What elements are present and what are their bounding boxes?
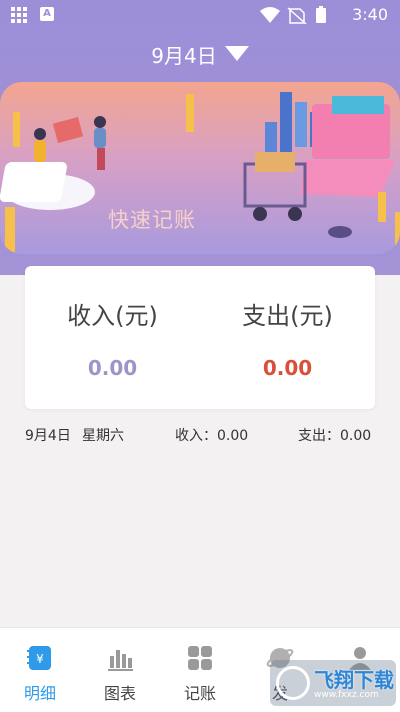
summary-card: 收入(元) 0.00 支出(元) 0.00 xyxy=(25,266,375,409)
status-bar: A 3:40 xyxy=(0,0,400,28)
expense-value: 0.00 xyxy=(262,356,313,380)
day-income: 收入：0.00 xyxy=(175,428,249,444)
income-summary: 收入(元) 0.00 xyxy=(25,296,200,380)
notebook-icon: ¥ xyxy=(27,646,51,670)
dropdown-triangle-icon xyxy=(224,46,249,61)
current-date: 9月4日 xyxy=(151,44,217,68)
watermark-logo-icon xyxy=(276,666,310,700)
tab-charts[interactable]: 图表 xyxy=(80,628,160,712)
day-weekday: 星期六 xyxy=(82,428,124,444)
income-value: 0.00 xyxy=(87,356,138,380)
day-expense: 支出：0.00 xyxy=(298,428,372,444)
expense-label: 支出(元) xyxy=(242,302,333,330)
watermark: 飞翔下载 www.fxxz.com xyxy=(270,660,396,706)
tab-label: 明细 xyxy=(23,684,56,703)
watermark-url: www.fxxz.com xyxy=(314,690,379,700)
status-icons xyxy=(260,6,326,24)
watermark-title: 飞翔下载 xyxy=(314,668,394,692)
tab-details[interactable]: ¥ 明细 xyxy=(0,628,80,712)
svg-text:¥: ¥ xyxy=(36,652,44,666)
bar-chart-icon xyxy=(108,650,133,671)
tab-label: 图表 xyxy=(103,684,136,703)
tab-record[interactable]: 记账 xyxy=(160,628,240,712)
clock: 3:40 xyxy=(352,5,388,24)
expense-summary: 支出(元) 0.00 xyxy=(200,296,375,380)
tab-label: 记账 xyxy=(183,684,216,703)
banner[interactable] xyxy=(0,82,400,254)
battery-icon xyxy=(316,8,326,23)
banner-illustration xyxy=(0,92,400,252)
app-notification-icon: A xyxy=(40,7,54,21)
income-label: 收入(元) xyxy=(67,302,158,330)
wifi-icon xyxy=(260,7,280,23)
banner-title: 快速记账 xyxy=(108,208,196,232)
date-selector[interactable]: 9月4日 xyxy=(0,40,400,69)
day-date: 9月4日 xyxy=(25,428,71,444)
grid-icon xyxy=(188,646,212,670)
apps-grid-icon xyxy=(11,7,27,23)
